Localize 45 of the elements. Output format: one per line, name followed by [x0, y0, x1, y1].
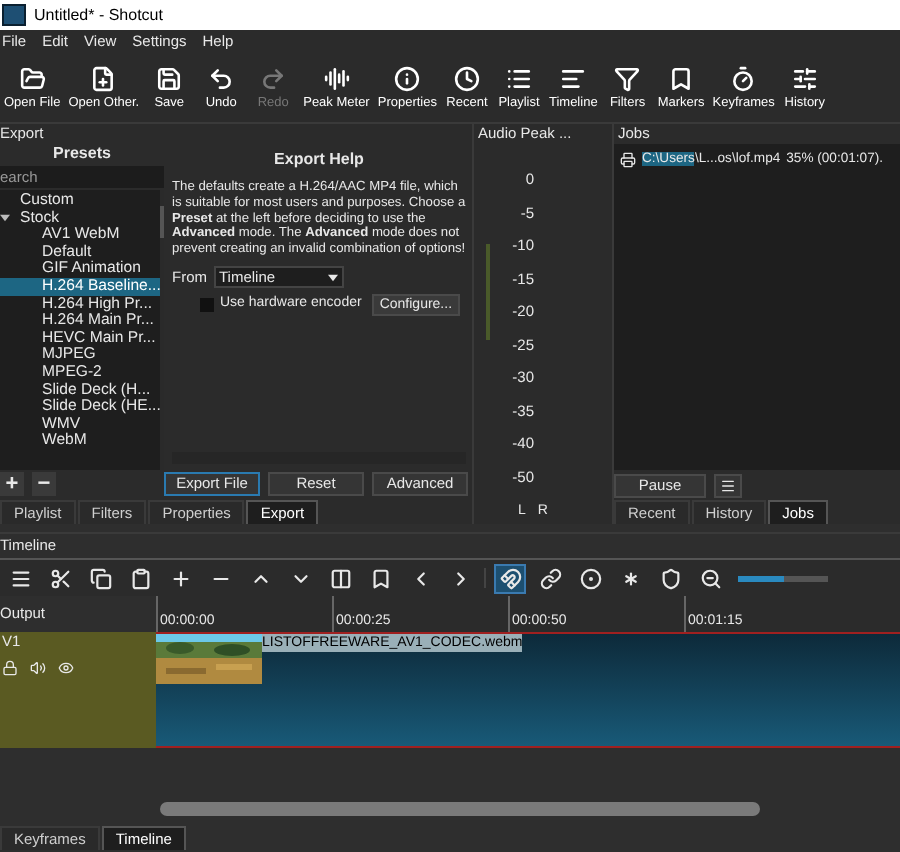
asterisk-icon — [619, 567, 641, 589]
shield-icon — [659, 567, 681, 589]
zoom-out-icon — [699, 567, 721, 589]
copy-icon — [89, 567, 111, 589]
menu-icon — [9, 567, 31, 589]
sliders-icon — [791, 65, 818, 91]
speaker-icon[interactable] — [30, 660, 46, 676]
link-icon — [539, 567, 561, 589]
add-button[interactable]: + — [0, 472, 24, 496]
info-icon — [394, 65, 421, 91]
zoom-slider[interactable] — [738, 575, 828, 581]
file-plus-icon — [90, 65, 117, 91]
marker-icon — [668, 65, 695, 91]
magnet-icon — [499, 567, 521, 589]
scissors-icon — [49, 567, 71, 589]
timeline-icon — [560, 65, 587, 91]
lock-icon[interactable] — [2, 660, 18, 676]
help-title: Export Help — [272, 148, 366, 172]
filter-icon — [614, 65, 641, 91]
target-icon — [579, 567, 601, 589]
remove-button[interactable]: − — [32, 472, 56, 496]
eye-icon[interactable] — [58, 660, 74, 676]
checkbox[interactable] — [200, 298, 214, 313]
plus-icon — [169, 567, 191, 589]
undo-icon — [208, 65, 235, 91]
meter-icon — [323, 65, 350, 91]
list-icon — [505, 65, 532, 91]
menu-icon — [720, 477, 736, 493]
folder-icon — [19, 65, 46, 91]
expand-arrow-icon — [0, 213, 10, 222]
menu-button[interactable] — [714, 473, 742, 497]
clock-icon — [453, 65, 480, 91]
caret-icon — [327, 273, 337, 282]
timer-icon — [730, 65, 757, 91]
split-icon — [329, 567, 351, 589]
presets-heading: Presets — [51, 144, 113, 164]
window-title: Untitled* - Shotcut — [34, 3, 163, 27]
save-icon — [156, 65, 183, 91]
marker-icon — [369, 567, 391, 589]
paste-icon — [129, 567, 151, 589]
app-icon — [2, 4, 26, 26]
horizontal-scrollbar[interactable] — [160, 802, 760, 816]
redo-icon — [260, 65, 287, 91]
job-icon — [620, 151, 636, 167]
magnet-tool[interactable] — [494, 563, 526, 593]
